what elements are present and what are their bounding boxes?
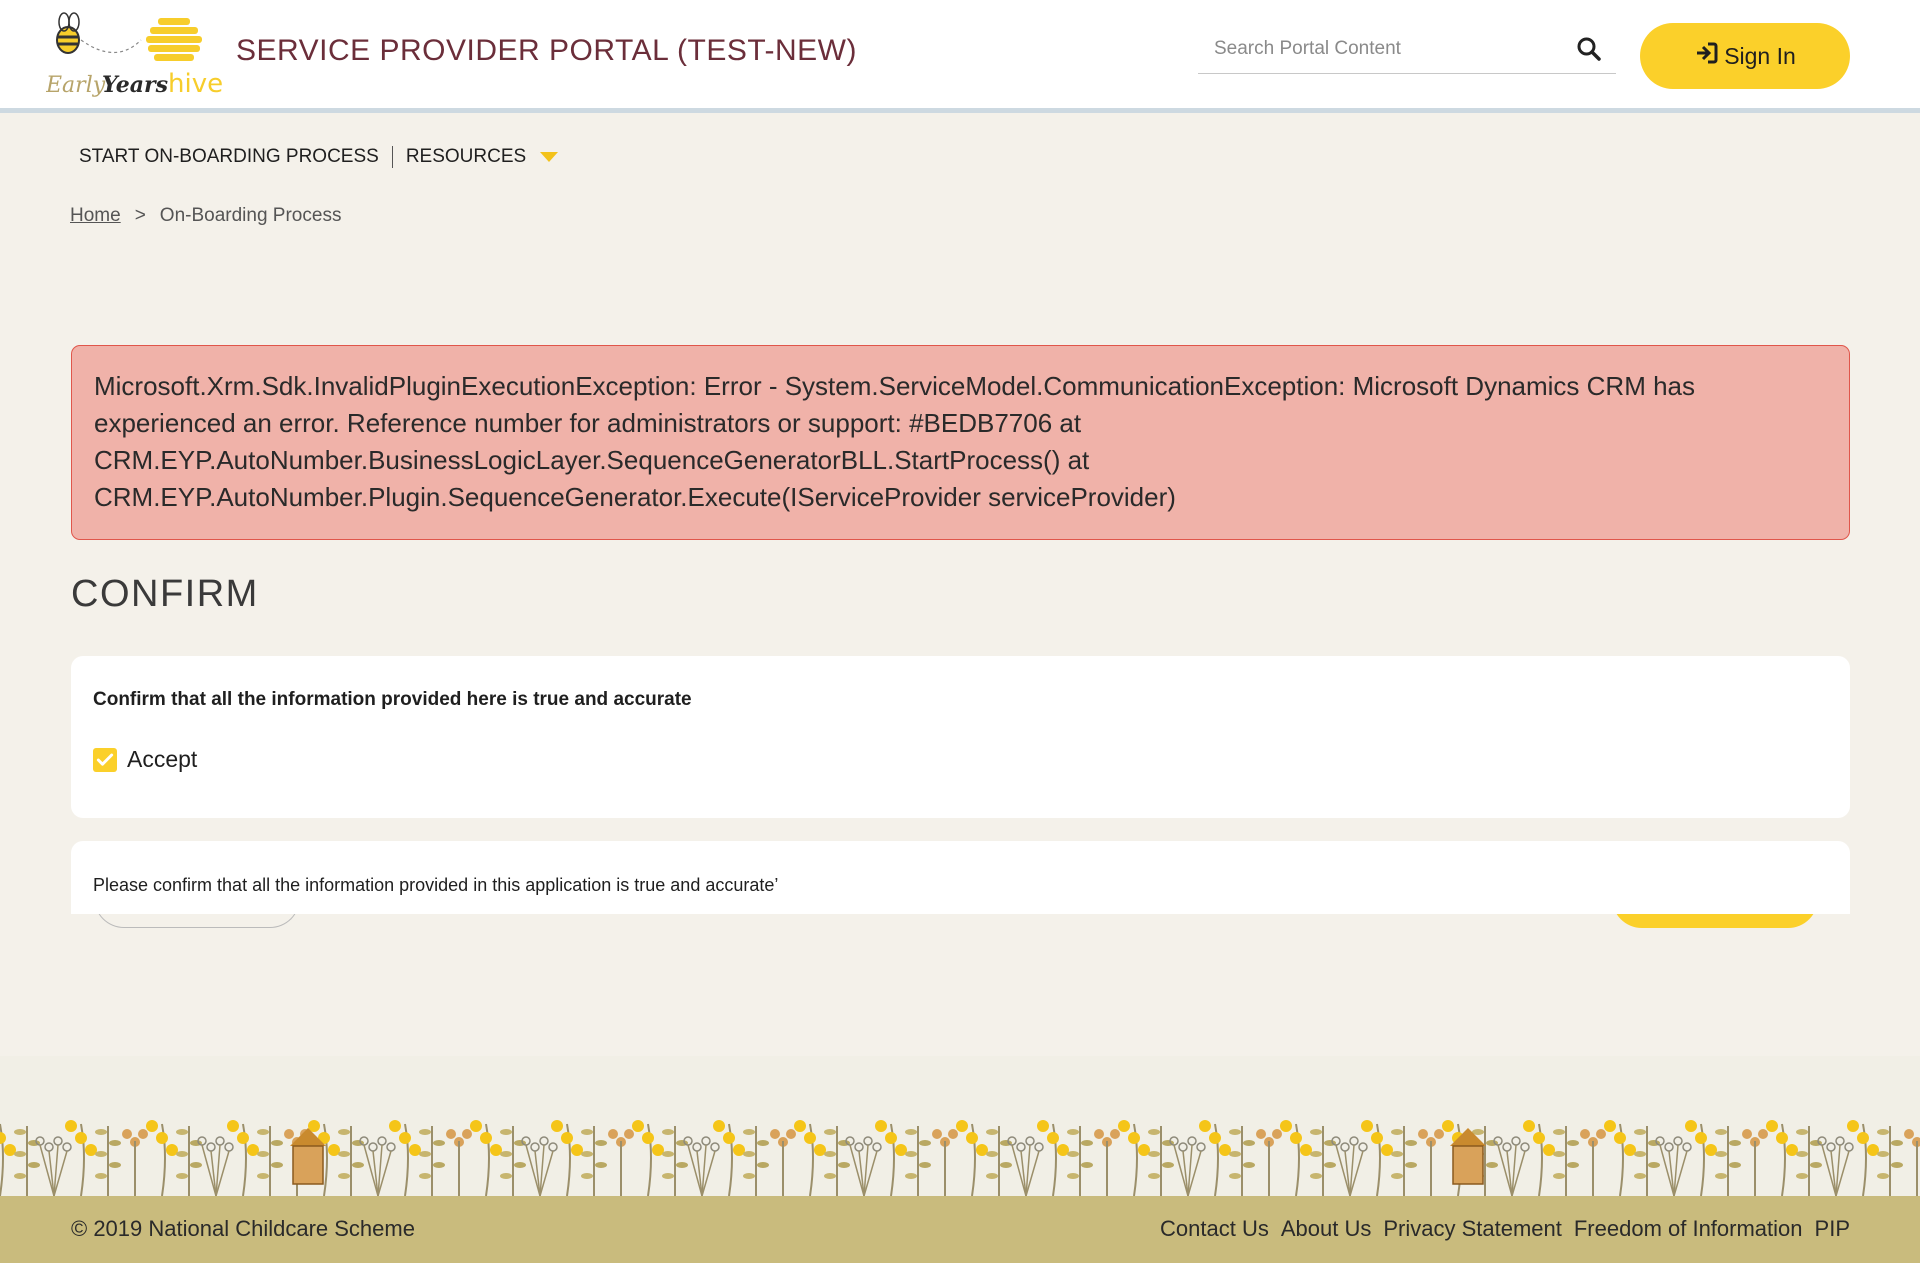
footer-link-freedom-of-information[interactable]: Freedom of Information	[1574, 1216, 1803, 1242]
nav-item-resources[interactable]: RESOURCES	[406, 146, 526, 168]
caret-down-icon[interactable]	[540, 152, 559, 162]
nav-item-start-onboarding[interactable]: START ON-BOARDING PROCESS	[79, 146, 379, 168]
confirm-card: Confirm that all the information provide…	[71, 656, 1850, 818]
confirm-notice-card: Please confirm that all the information …	[71, 841, 1850, 914]
breadcrumb: Home > On-Boarding Process	[70, 205, 341, 227]
accept-checkbox-row[interactable]: Accept	[93, 746, 197, 773]
svg-text:hive: hive	[168, 69, 223, 99]
confirm-question: Confirm that all the information provide…	[93, 689, 692, 710]
footer-links: Contact Us About Us Privacy Statement Fr…	[1160, 1216, 1850, 1242]
sign-in-label: Sign In	[1724, 42, 1796, 69]
site-footer: © 2019 National Childcare Scheme Contact…	[0, 1196, 1920, 1263]
copyright-text: © 2019 National Childcare Scheme	[71, 1216, 415, 1241]
search-box	[1198, 26, 1616, 74]
footer-decoration	[0, 1056, 1920, 1196]
svg-text:Early: Early	[46, 73, 106, 98]
footer-link-privacy-statement[interactable]: Privacy Statement	[1383, 1216, 1562, 1242]
breadcrumb-current: On-Boarding Process	[159, 205, 342, 226]
sign-in-button[interactable]: Sign In	[1640, 23, 1850, 89]
site-header: Early Years hive SERVICE PROVIDER PORTAL…	[0, 0, 1920, 113]
portal-title: SERVICE PROVIDER PORTAL (TEST-NEW)	[236, 34, 857, 67]
floral-border-illustration	[0, 1120, 1920, 1196]
checkmark-icon	[96, 753, 114, 766]
early-years-hive-logo[interactable]: Early Years hive	[45, 10, 236, 100]
footer-link-pip[interactable]: PIP	[1815, 1216, 1850, 1242]
main-nav: START ON-BOARDING PROCESS RESOURCES	[79, 142, 559, 172]
breadcrumb-separator: >	[134, 205, 146, 226]
nav-divider	[391, 146, 393, 168]
section-title: CONFIRM	[71, 573, 259, 615]
error-alert: Microsoft.Xrm.Sdk.InvalidPluginExecution…	[71, 345, 1850, 540]
breadcrumb-home-link[interactable]: Home	[70, 205, 121, 227]
accept-checkbox[interactable]	[93, 747, 117, 772]
svg-text:Years: Years	[102, 72, 168, 98]
search-input[interactable]	[1198, 26, 1568, 72]
confirm-notice: Please confirm that all the information …	[93, 875, 779, 895]
accept-label: Accept	[127, 746, 198, 772]
sign-in-icon	[1694, 40, 1720, 72]
search-icon[interactable]	[1576, 36, 1602, 62]
footer-link-contact-us[interactable]: Contact Us	[1160, 1216, 1269, 1242]
footer-link-about-us[interactable]: About Us	[1281, 1216, 1372, 1242]
